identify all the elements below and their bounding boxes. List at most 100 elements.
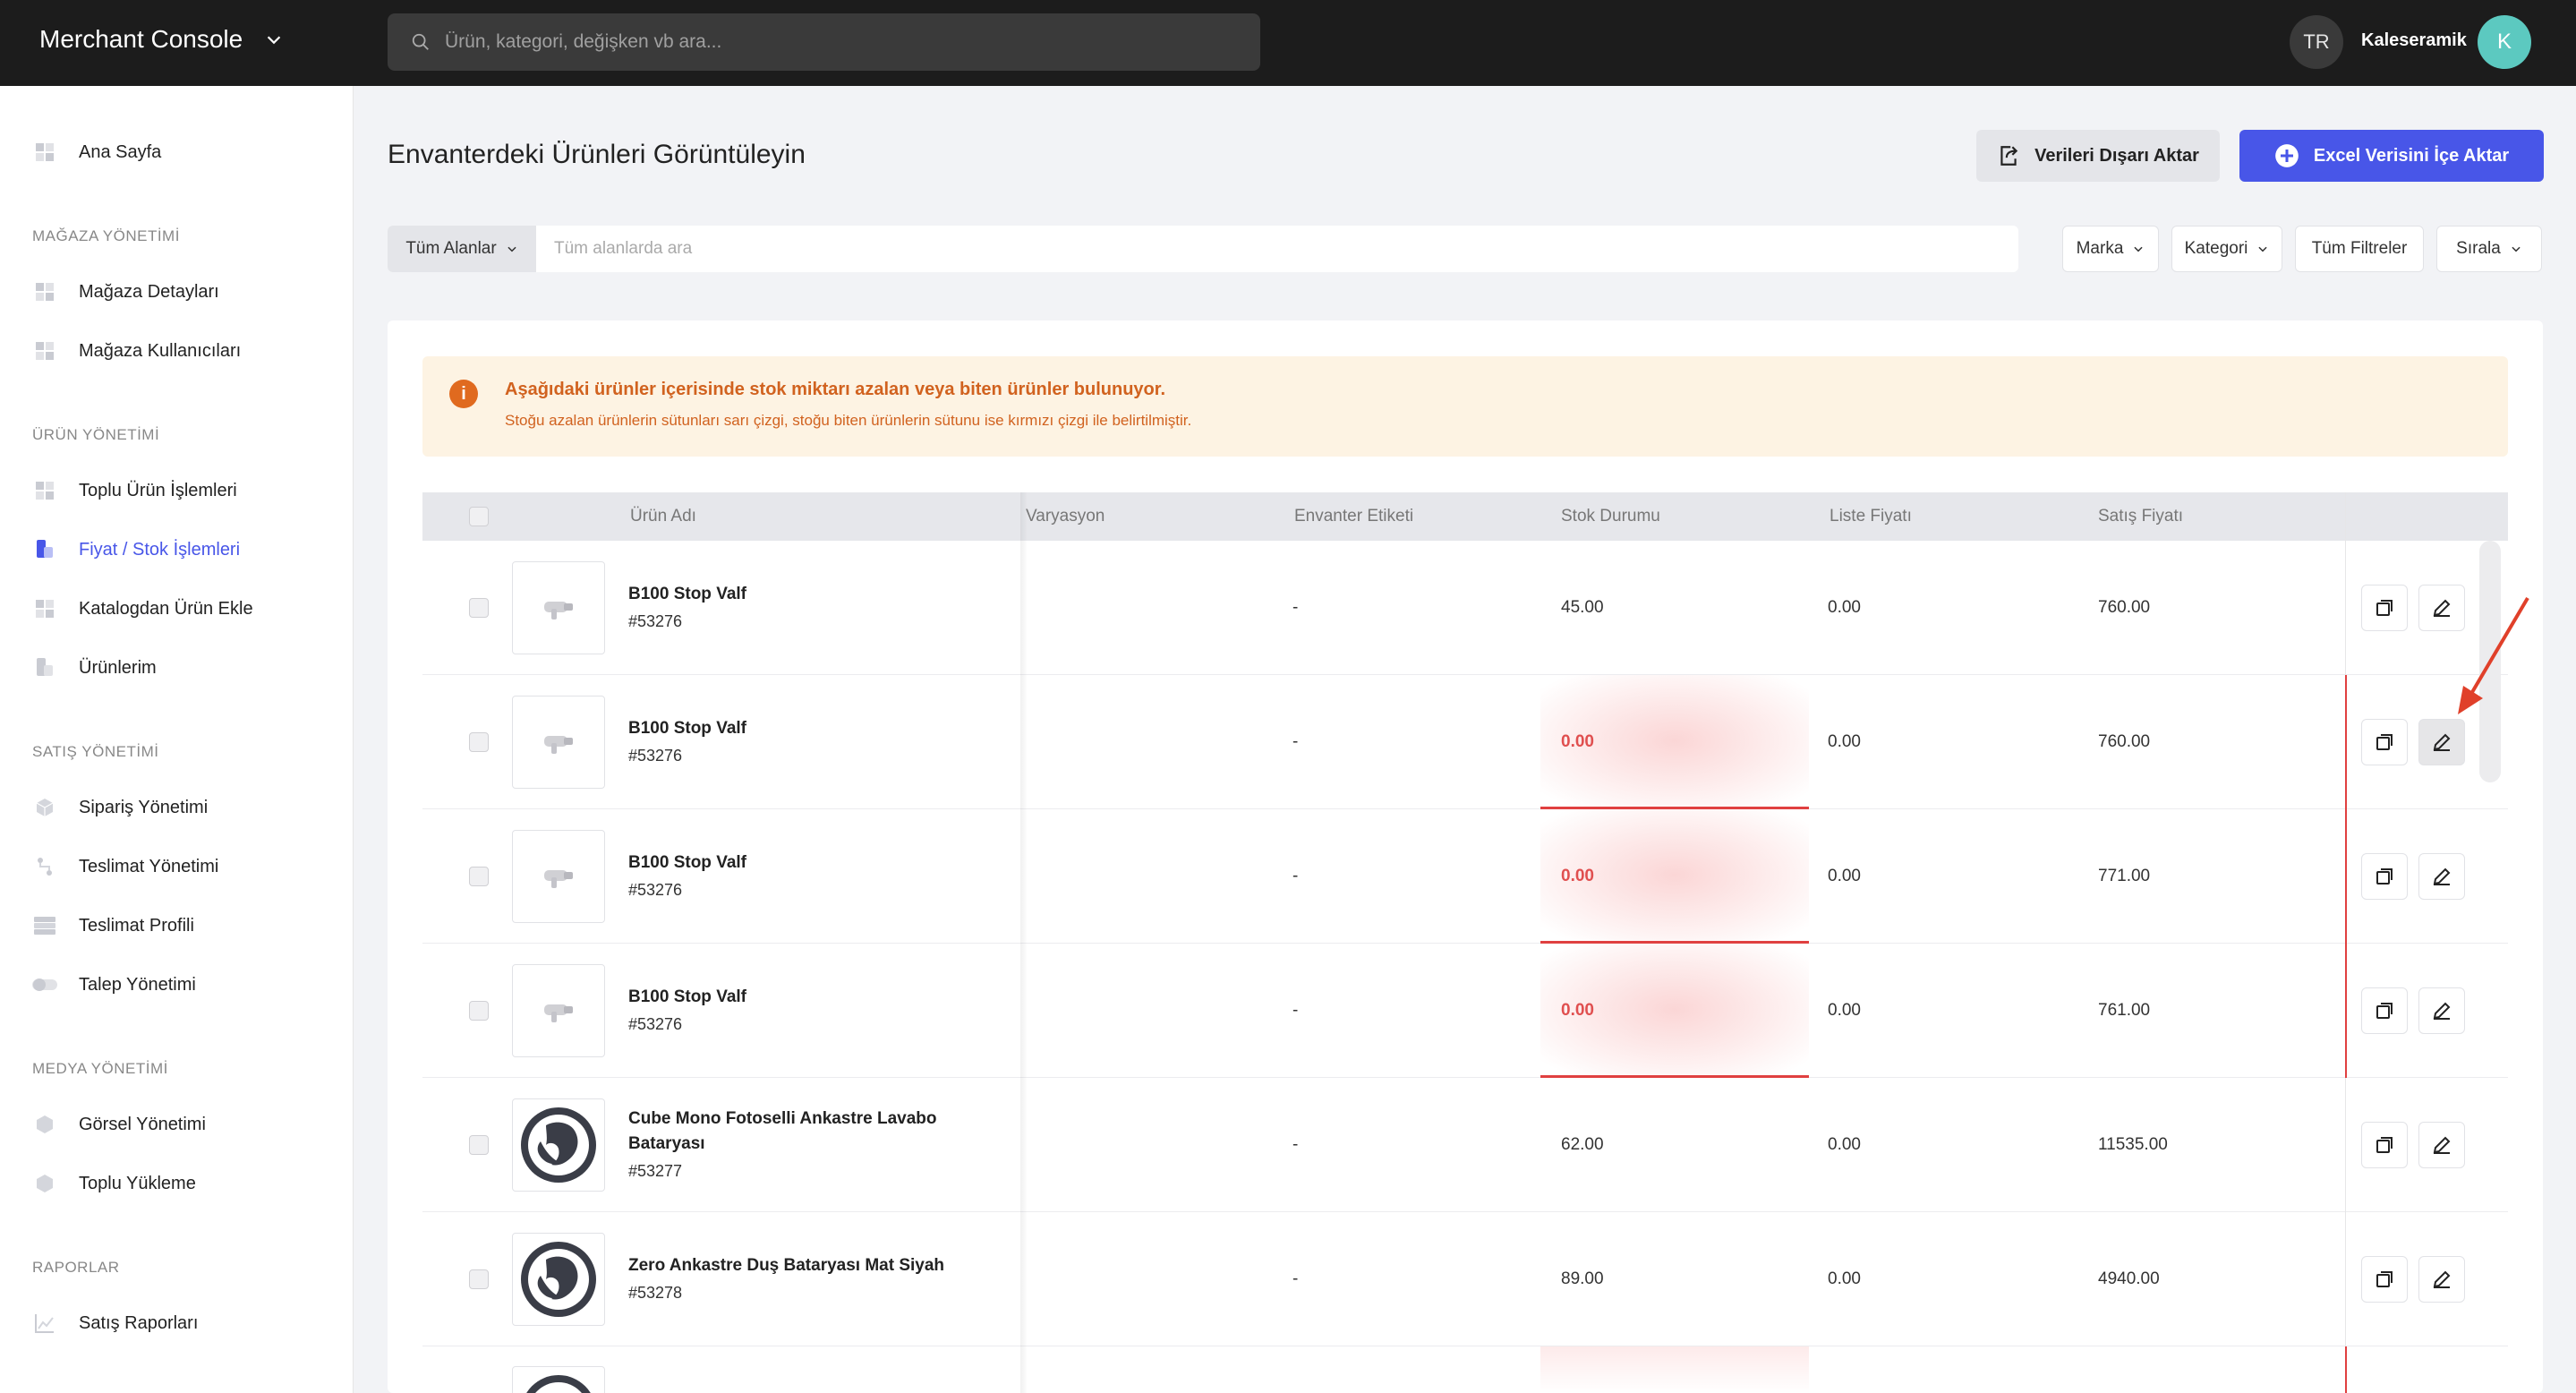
field-select-dropdown[interactable]: Tüm Alanlar bbox=[388, 226, 536, 272]
table-row[interactable] bbox=[422, 1346, 2508, 1393]
edit-button[interactable] bbox=[2418, 1122, 2465, 1168]
product-thumbnail bbox=[512, 1098, 605, 1192]
sidebar-item-price-stock[interactable]: Fiyat / Stok İşlemleri bbox=[32, 537, 240, 562]
duplicate-button[interactable] bbox=[2361, 987, 2408, 1034]
price-tag-icon bbox=[32, 537, 57, 562]
grid-icon bbox=[32, 338, 57, 363]
row-checkbox[interactable] bbox=[469, 1001, 489, 1021]
alert-title: Aşağıdaki ürünler içerisinde stok miktar… bbox=[505, 380, 1165, 399]
col-stock: Stok Durumu bbox=[1561, 507, 1660, 526]
table-search-input[interactable] bbox=[536, 239, 1968, 259]
duplicate-button[interactable] bbox=[2361, 853, 2408, 900]
sidebar-item-home[interactable]: Ana Sayfa bbox=[32, 140, 161, 165]
export-icon bbox=[2000, 146, 2018, 166]
row-checkbox[interactable] bbox=[469, 732, 489, 752]
export-data-button[interactable]: Verileri Dışarı Aktar bbox=[1976, 130, 2220, 182]
edit-button[interactable] bbox=[2418, 719, 2465, 765]
inventory-tag: - bbox=[1292, 1135, 1299, 1154]
list-price: 0.00 bbox=[1828, 732, 1861, 751]
edit-button[interactable] bbox=[2418, 1256, 2465, 1303]
import-excel-button[interactable]: Excel Verisini İçe Aktar bbox=[2239, 130, 2544, 182]
col-sale-price: Satış Fiyatı bbox=[2098, 507, 2184, 526]
brand-switcher[interactable]: Merchant Console bbox=[39, 25, 284, 54]
sidebar-item-label: Katalogdan Ürün Ekle bbox=[79, 598, 253, 619]
row-checkbox[interactable] bbox=[469, 598, 489, 618]
table-row[interactable]: B100 Stop Valf #53276 - 0.00 0.00 761.00 bbox=[422, 944, 2508, 1078]
global-search-input[interactable] bbox=[445, 31, 1233, 53]
edit-button[interactable] bbox=[2418, 987, 2465, 1034]
box-icon bbox=[32, 795, 57, 820]
brand-name: Merchant Console bbox=[39, 25, 243, 53]
pencil-icon bbox=[2433, 1270, 2451, 1288]
table-header: Ürün Adı Varyasyon Envanter Etiketi Stok… bbox=[422, 492, 2508, 541]
stock-value: 45.00 bbox=[1561, 598, 1604, 617]
select-all-checkbox[interactable] bbox=[469, 507, 489, 526]
stock-value: 0.00 bbox=[1561, 1001, 1594, 1020]
sale-price: 760.00 bbox=[2098, 732, 2151, 751]
global-search[interactable] bbox=[388, 13, 1260, 71]
sidebar-item-my-products[interactable]: Ürünlerim bbox=[32, 655, 157, 680]
sidebar-item-store-details[interactable]: Mağaza Detayları bbox=[32, 279, 219, 304]
table-row[interactable]: Cube Mono Fotoselli Ankastre Lavabo Bata… bbox=[422, 1078, 2508, 1212]
alert-body: Stoğu azalan ürünlerin sütunları sarı çi… bbox=[505, 412, 1192, 429]
brand-filter[interactable]: Marka bbox=[2062, 226, 2159, 272]
sidebar-item-delivery-profile[interactable]: Teslimat Profili bbox=[32, 913, 194, 938]
col-list-price: Liste Fiyatı bbox=[1830, 507, 1912, 526]
category-filter[interactable]: Kategori bbox=[2171, 226, 2282, 272]
row-checkbox[interactable] bbox=[469, 867, 489, 886]
table-row[interactable]: Zero Ankastre Duş Bataryası Mat Siyah #5… bbox=[422, 1212, 2508, 1346]
table-row[interactable]: B100 Stop Valf #53276 - 0.00 0.00 771.00 bbox=[422, 809, 2508, 944]
sale-price: 761.00 bbox=[2098, 1001, 2151, 1020]
sidebar-item-bulk-products[interactable]: Toplu Ürün İşlemleri bbox=[32, 478, 237, 503]
inventory-tag: - bbox=[1292, 867, 1299, 885]
product-sku: #53276 bbox=[628, 747, 683, 765]
section-media: MEDYA YÖNETİMİ bbox=[32, 1060, 168, 1077]
inventory-tag: - bbox=[1292, 732, 1299, 751]
product-name[interactable]: Cube Mono Fotoselli Ankastre Lavabo Bata… bbox=[628, 1107, 1004, 1157]
product-name[interactable]: B100 Stop Valf bbox=[628, 716, 1004, 741]
sidebar-item-add-from-catalog[interactable]: Katalogdan Ürün Ekle bbox=[32, 596, 253, 621]
sidebar-item-orders[interactable]: Sipariş Yönetimi bbox=[32, 795, 208, 820]
all-filters-label: Tüm Filtreler bbox=[2311, 239, 2408, 258]
sort-dropdown[interactable]: Sırala bbox=[2436, 226, 2542, 272]
section-store: MAĞAZA YÖNETİMİ bbox=[32, 227, 180, 244]
plus-circle-icon bbox=[2275, 144, 2299, 167]
sale-price: 4940.00 bbox=[2098, 1269, 2160, 1288]
product-name[interactable]: B100 Stop Valf bbox=[628, 582, 1004, 607]
duplicate-button[interactable] bbox=[2361, 1122, 2408, 1168]
sidebar-item-bulk-upload[interactable]: Toplu Yükleme bbox=[32, 1171, 196, 1196]
product-name[interactable]: B100 Stop Valf bbox=[628, 985, 1004, 1010]
chevron-down-icon bbox=[268, 36, 281, 45]
sidebar-item-sales-reports[interactable]: Satış Raporları bbox=[32, 1311, 198, 1336]
chevron-down-icon bbox=[2512, 246, 2521, 252]
language-switcher[interactable]: TR bbox=[2290, 15, 2343, 69]
all-filters-button[interactable]: Tüm Filtreler bbox=[2295, 226, 2424, 272]
product-name[interactable]: Zero Ankastre Duş Bataryası Mat Siyah bbox=[628, 1253, 1004, 1278]
product-sku: #53277 bbox=[628, 1162, 683, 1180]
sidebar-item-label: Toplu Ürün İşlemleri bbox=[79, 480, 237, 500]
row-checkbox[interactable] bbox=[469, 1269, 489, 1289]
pencil-icon bbox=[2433, 599, 2451, 617]
sidebar-item-requests[interactable]: Talep Yönetimi bbox=[32, 972, 196, 997]
edit-button[interactable] bbox=[2418, 853, 2465, 900]
product-name[interactable]: B100 Stop Valf bbox=[628, 850, 1004, 876]
sidebar-item-delivery[interactable]: Teslimat Yönetimi bbox=[32, 854, 218, 879]
product-sku: #53278 bbox=[628, 1284, 683, 1302]
table-row[interactable]: B100 Stop Valf #53276 - 0.00 0.00 760.00 bbox=[422, 675, 2508, 809]
sidebar-item-images[interactable]: Görsel Yönetimi bbox=[32, 1112, 206, 1137]
image-icon bbox=[32, 1112, 57, 1137]
avatar[interactable]: K bbox=[2478, 15, 2531, 69]
duplicate-button[interactable] bbox=[2361, 585, 2408, 631]
table-row[interactable]: B100 Stop Valf #53276 - 45.00 0.00 760.0… bbox=[422, 541, 2508, 675]
lion-logo-icon bbox=[521, 1107, 596, 1183]
duplicate-button[interactable] bbox=[2361, 1256, 2408, 1303]
route-icon bbox=[32, 854, 57, 879]
row-checkbox[interactable] bbox=[469, 1135, 489, 1155]
sidebar-item-label: Sipariş Yönetimi bbox=[79, 797, 209, 817]
duplicate-icon bbox=[2376, 1137, 2393, 1153]
product-thumbnail bbox=[512, 830, 605, 923]
sidebar-item-store-users[interactable]: Mağaza Kullanıcıları bbox=[32, 338, 241, 363]
user-name[interactable]: Kaleseramik bbox=[2361, 30, 2467, 51]
sale-price: 11535.00 bbox=[2098, 1135, 2168, 1154]
duplicate-button[interactable] bbox=[2361, 719, 2408, 765]
